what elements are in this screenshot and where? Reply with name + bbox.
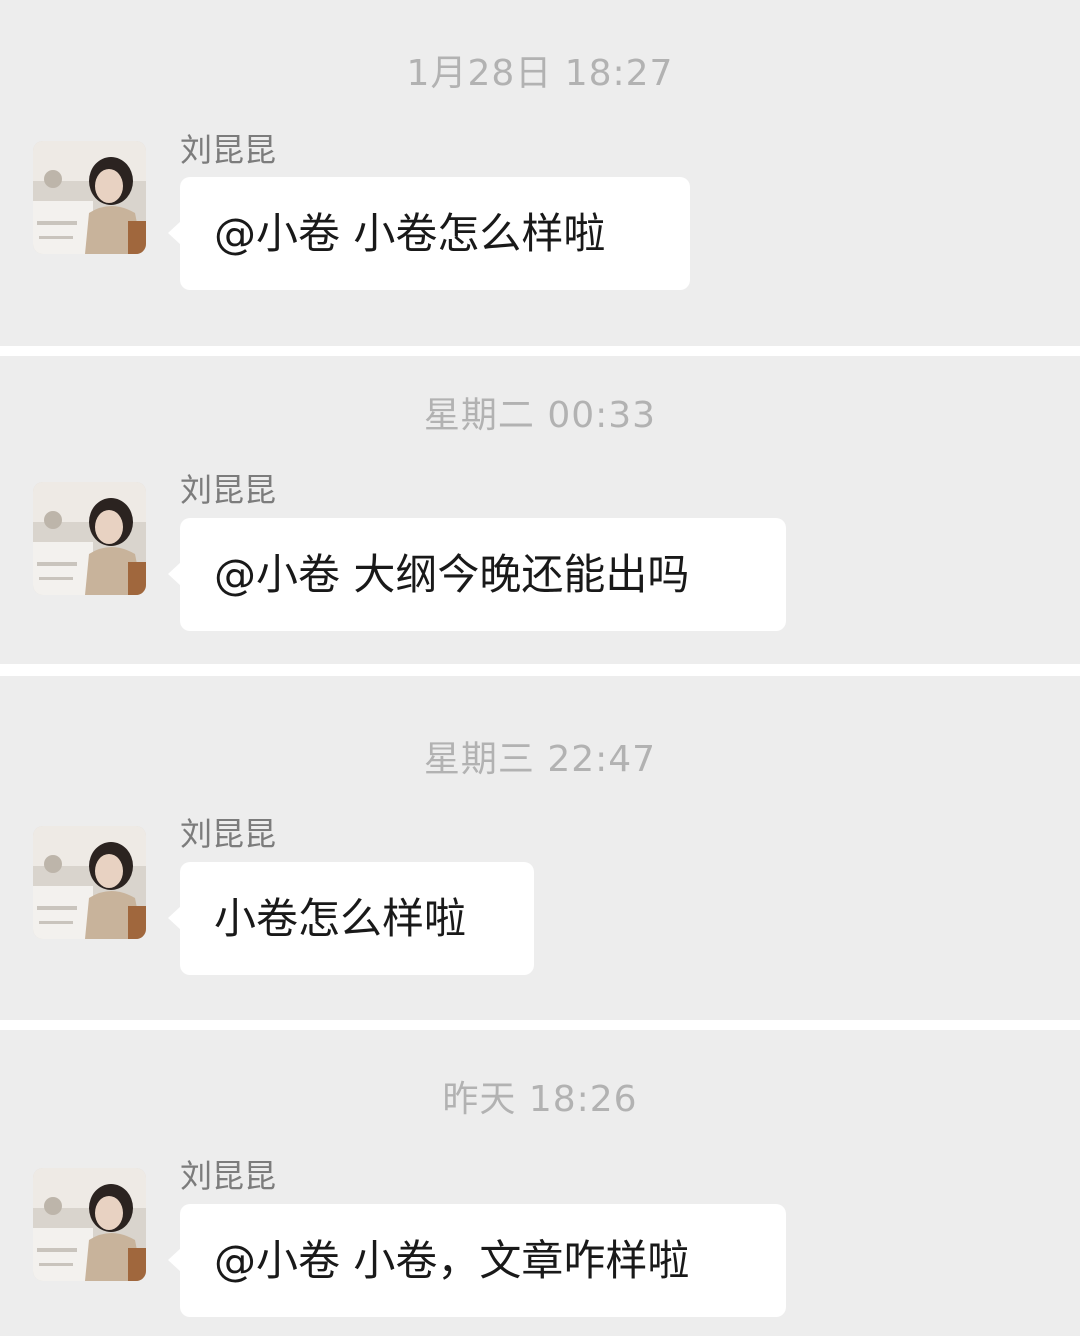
chat-screenshot-panel-1: 1月28日 18:27 刘昆昆 @小卷 小卷怎么样啦 (0, 0, 1080, 346)
sender-avatar[interactable] (33, 1168, 146, 1281)
message-bubble[interactable]: @小卷 大纲今晚还能出吗 (168, 518, 786, 631)
message-timestamp: 星期三 22:47 (423, 739, 657, 780)
sender-name: 刘昆昆 (180, 471, 277, 509)
message-bubble[interactable]: @小卷 小卷怎么样啦 (168, 177, 690, 290)
sender-avatar[interactable] (33, 826, 146, 939)
chat-screenshot-panel-3: 星期三 22:47 刘昆昆 小卷怎么样啦 (0, 676, 1080, 1020)
sender-name: 刘昆昆 (180, 131, 277, 169)
message-timestamp: 星期二 00:33 (423, 395, 657, 436)
message-bubble[interactable]: 小卷怎么样啦 (168, 862, 534, 975)
chat-screenshot-panel-2: 星期二 00:33 刘昆昆 @小卷 大纲今晚还能出吗 (0, 356, 1080, 664)
chat-screenshot-panel-4: 昨天 18:26 刘昆昆 @小卷 小卷，文章咋样啦 (0, 1030, 1080, 1336)
sender-avatar[interactable] (33, 141, 146, 254)
sender-name: 刘昆昆 (180, 1157, 277, 1195)
sender-avatar[interactable] (33, 482, 146, 595)
sender-name: 刘昆昆 (180, 815, 277, 853)
message-timestamp: 1月28日 18:27 (406, 53, 674, 94)
message-timestamp: 昨天 18:26 (442, 1079, 638, 1120)
message-bubble[interactable]: @小卷 小卷，文章咋样啦 (168, 1204, 786, 1317)
